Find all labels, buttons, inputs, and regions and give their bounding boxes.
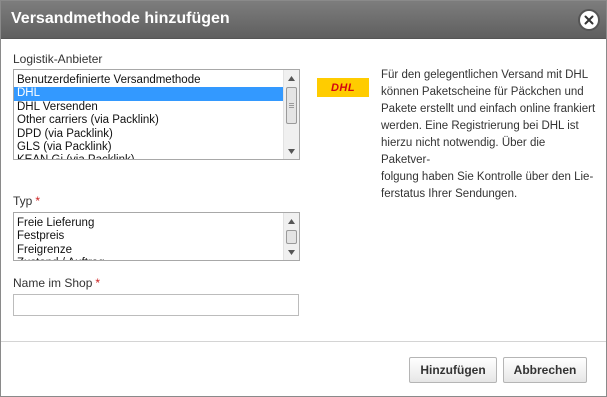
description-line: folgung haben Sie Kontrolle über den Lie… xyxy=(381,171,594,183)
cancel-button[interactable]: Abbrechen xyxy=(503,357,587,383)
description-line: werden. Eine Registrierung bei DHL ist xyxy=(381,120,579,132)
scroll-thumb[interactable] xyxy=(286,87,297,124)
chevron-up-icon xyxy=(288,218,295,224)
type-option[interactable]: Zustand / Auftrag xyxy=(14,257,283,260)
description-line: hierzu nicht notwendig. Über die Paketve… xyxy=(381,137,546,166)
carrier-option[interactable]: DPD (via Packlink) xyxy=(14,128,283,141)
shop-name-label: Name im Shop * xyxy=(13,276,100,290)
type-option[interactable]: Freie Lieferung xyxy=(14,217,283,230)
dialog-titlebar[interactable]: Versandmethode hinzufügen xyxy=(1,1,606,39)
dhl-logo-text: DHL xyxy=(330,81,356,94)
scroll-down-button[interactable] xyxy=(284,143,299,159)
carrier-option[interactable]: DHL Versenden xyxy=(14,101,283,114)
description-line: Für den gelegentlichen Versand mit DHL xyxy=(381,69,589,81)
description-line: können Paketscheine für Päckchen und xyxy=(381,86,584,98)
scroll-down-button[interactable] xyxy=(284,244,299,260)
carrier-option[interactable]: Benutzerdefinierte Versandmethode xyxy=(14,74,283,87)
type-options: Freie LieferungFestpreisFreigrenzeZustan… xyxy=(14,217,283,260)
type-label: Typ * xyxy=(13,194,40,208)
chevron-up-icon xyxy=(288,75,295,81)
close-icon xyxy=(584,15,594,25)
carrier-option[interactable]: KEAN Gi (via Packlink) xyxy=(14,154,283,159)
carrier-option[interactable]: GLS (via Packlink) xyxy=(14,141,283,154)
scroll-up-button[interactable] xyxy=(284,70,299,86)
dialog-title: Versandmethode hinzufügen xyxy=(11,10,230,27)
chevron-down-icon xyxy=(288,148,295,154)
carrier-options: Benutzerdefinierte Versandmethode DHL DHL … xyxy=(14,74,283,159)
required-marker: * xyxy=(35,194,41,208)
close-button[interactable] xyxy=(578,9,600,31)
carrier-description: Für den gelegentlichen Versand mit DHL kö… xyxy=(381,67,596,203)
type-listbox[interactable]: Freie LieferungFestpreisFreigrenzeZustan… xyxy=(13,212,300,261)
scroll-thumb[interactable] xyxy=(286,230,297,244)
scroll-up-button[interactable] xyxy=(284,213,299,229)
type-label-text: Typ xyxy=(13,194,33,208)
dhl-logo: DHL xyxy=(317,78,369,97)
carrier-option[interactable]: DHL xyxy=(14,87,283,101)
add-shipping-method-dialog: Versandmethode hinzufügen Logistik-Anbie… xyxy=(0,0,607,397)
description-line: Pakete erstellt und einfach online frank… xyxy=(381,103,596,115)
carrier-scrollbar[interactable] xyxy=(283,70,299,159)
type-option[interactable]: Festpreis xyxy=(14,230,283,243)
carrier-listbox[interactable]: Benutzerdefinierte Versandmethode DHL DHL … xyxy=(13,69,300,160)
shop-name-input[interactable] xyxy=(13,294,299,316)
carrier-label: Logistik-Anbieter xyxy=(13,52,103,66)
required-marker: * xyxy=(95,276,101,290)
type-scrollbar[interactable] xyxy=(283,213,299,260)
shop-name-label-text: Name im Shop xyxy=(13,276,93,290)
description-line: ferstatus Ihrer Sendungen. xyxy=(381,188,518,200)
chevron-down-icon xyxy=(288,249,295,255)
carrier-option[interactable]: Other carriers (via Packlink) xyxy=(14,114,283,127)
footer-divider xyxy=(1,341,606,342)
type-option[interactable]: Freigrenze xyxy=(14,244,283,257)
add-button[interactable]: Hinzufügen xyxy=(409,357,497,383)
